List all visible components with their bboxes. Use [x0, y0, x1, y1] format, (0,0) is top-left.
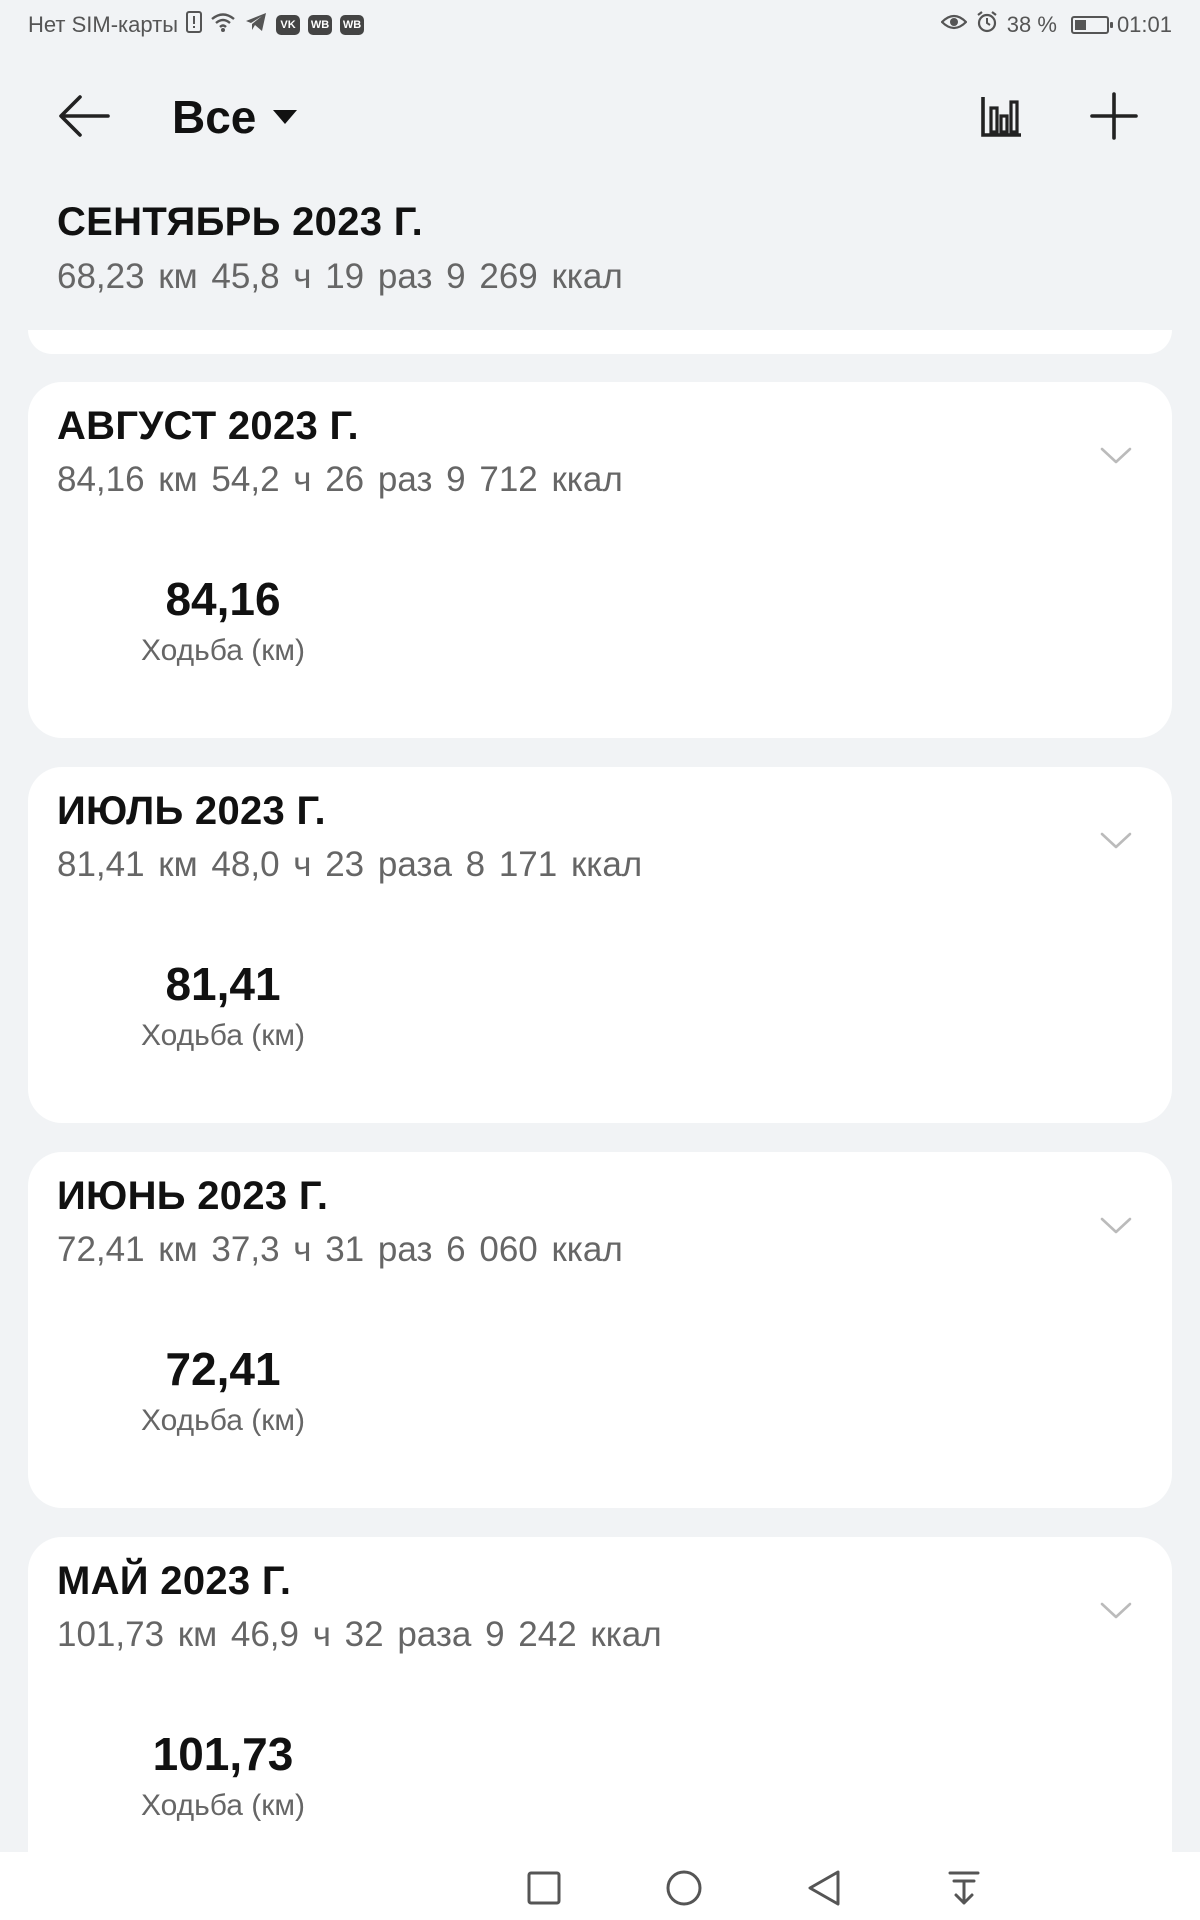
statistics-button[interactable]	[972, 86, 1032, 146]
status-bar: Нет SIM-карты VK WB WB 38 % 01:01	[0, 0, 1200, 50]
chevron-down-icon	[1100, 1217, 1132, 1234]
metric-label: Ходьба (км)	[140, 634, 306, 667]
dropdown-caret-icon	[273, 110, 298, 124]
status-left: Нет SIM-карты VK WB WB	[28, 11, 365, 39]
eye-icon	[940, 12, 968, 38]
chevron-down-icon	[1100, 1602, 1132, 1619]
chevron-down-icon	[1100, 832, 1132, 849]
month-title: МАЙ 2023 Г.	[57, 1559, 292, 1603]
month-section-september[interactable]: СЕНТЯБРЬ 2023 Г. 68,23 км 45,8 ч 19 раз …	[0, 200, 1200, 354]
battery-level	[1074, 20, 1086, 30]
status-right: 38 % 01:01	[940, 10, 1172, 40]
month-summary: 101,73 км 46,9 ч 32 раза 9 242 ккал	[57, 1615, 662, 1654]
telegram-icon	[244, 11, 268, 39]
notification-pull-icon	[948, 1871, 980, 1905]
month-card-august[interactable]: АВГУСТ 2023 Г. 84,16 км 54,2 ч 26 раз 9 …	[28, 382, 1172, 738]
filter-label: Все	[172, 91, 257, 143]
month-summary: 81,41 км 48,0 ч 23 раза 8 171 ккал	[57, 845, 643, 884]
expand-button[interactable]	[1096, 821, 1136, 861]
metric-value: 101,73	[152, 1728, 294, 1780]
walking-metric: 72,41 Ходьба (км)	[123, 1342, 323, 1438]
metric-label: Ходьба (км)	[140, 1789, 306, 1822]
metric-label: Ходьба (км)	[140, 1019, 306, 1052]
metric-value: 72,41	[165, 1343, 281, 1395]
wifi-icon	[210, 11, 236, 39]
battery-icon	[1070, 16, 1113, 34]
alarm-icon	[975, 10, 999, 40]
walking-metric: 84,16 Ходьба (км)	[123, 572, 323, 668]
app-bar: Все	[0, 62, 1200, 172]
back-button[interactable]	[54, 86, 114, 146]
month-card-june[interactable]: ИЮНЬ 2023 Г. 72,41 км 37,3 ч 31 раз 6 06…	[28, 1152, 1172, 1508]
activity-filter-dropdown[interactable]: Все	[172, 84, 298, 150]
month-summary: 72,41 км 37,3 ч 31 раз 6 060 ккал	[57, 1230, 623, 1269]
back-arrow-icon	[59, 95, 110, 137]
bar-chart-icon	[981, 97, 1021, 137]
month-title: ИЮНЬ 2023 Г.	[57, 1174, 329, 1218]
metric-label: Ходьба (км)	[140, 1404, 306, 1437]
recents-button[interactable]	[516, 1860, 572, 1916]
month-summary: 84,16 км 54,2 ч 26 раз 9 712 ккал	[57, 460, 623, 499]
chevron-down-icon	[1100, 447, 1132, 464]
carrier-text: Нет SIM-карты	[28, 12, 179, 37]
month-title: ИЮЛЬ 2023 Г.	[57, 789, 326, 833]
metric-value: 84,16	[165, 573, 281, 625]
expand-button[interactable]	[1096, 436, 1136, 476]
recents-square-icon	[527, 1871, 561, 1905]
home-circle-icon	[666, 1870, 702, 1906]
walking-metric: 81,41 Ходьба (км)	[123, 957, 323, 1053]
home-button[interactable]	[656, 1860, 712, 1916]
vk-icon: VK	[276, 15, 301, 35]
back-triangle-icon	[808, 1870, 840, 1906]
wb-icon: WB	[308, 15, 333, 35]
month-card-july[interactable]: ИЮЛЬ 2023 Г. 81,41 км 48,0 ч 23 раза 8 1…	[28, 767, 1172, 1123]
month-title: АВГУСТ 2023 Г.	[57, 404, 359, 448]
walking-metric: 101,73 Ходьба (км)	[123, 1727, 323, 1823]
notification-button[interactable]	[936, 1860, 992, 1916]
month-card-may[interactable]: МАЙ 2023 Г. 101,73 км 46,9 ч 32 раза 9 2…	[28, 1537, 1172, 1893]
month-title: СЕНТЯБРЬ 2023 Г.	[57, 200, 424, 244]
sim-alert-icon	[186, 11, 203, 39]
expand-button[interactable]	[1096, 1206, 1136, 1246]
system-navigation-bar	[0, 1852, 1200, 1920]
back-nav-button[interactable]	[796, 1860, 852, 1916]
battery-percent: 38 %	[1006, 12, 1057, 37]
month-summary: 68,23 км 45,8 ч 19 раз 9 269 ккал	[57, 257, 623, 296]
metric-value: 81,41	[165, 958, 281, 1010]
card-bottom-edge	[28, 330, 1172, 354]
add-record-button[interactable]	[1084, 86, 1144, 146]
wb-icon: WB	[340, 15, 365, 35]
clock-time: 01:01	[1116, 12, 1172, 37]
expand-button[interactable]	[1096, 1591, 1136, 1631]
plus-icon	[1090, 92, 1138, 140]
